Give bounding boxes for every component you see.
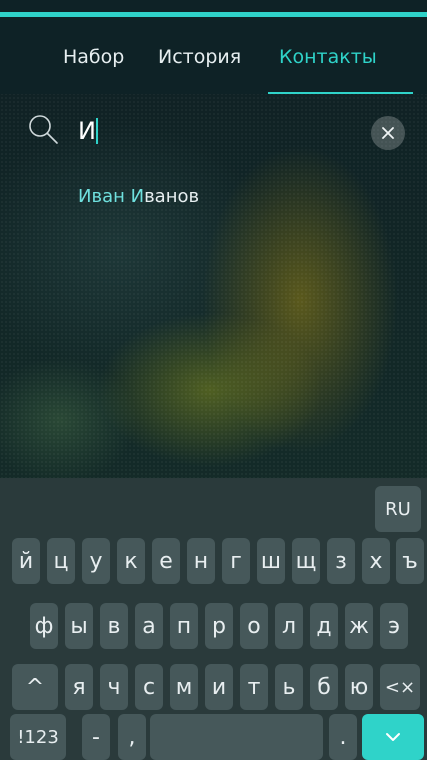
tab-bar: Набор История Контакты bbox=[0, 40, 427, 94]
keyboard: RU й ц у к е н г ш щ з х ъ ф ы в а п р о… bbox=[0, 478, 427, 760]
key[interactable]: в bbox=[100, 603, 128, 649]
close-icon bbox=[382, 127, 394, 139]
space-key[interactable] bbox=[150, 714, 323, 760]
key[interactable]: о bbox=[240, 603, 268, 649]
key[interactable]: к bbox=[117, 538, 145, 584]
text-caret bbox=[96, 118, 98, 144]
key[interactable]: й bbox=[12, 538, 40, 584]
key[interactable]: ц bbox=[47, 538, 75, 584]
key[interactable]: у bbox=[82, 538, 110, 584]
key[interactable]: ж bbox=[345, 603, 373, 649]
key[interactable]: ю bbox=[345, 664, 373, 710]
key[interactable]: е bbox=[152, 538, 180, 584]
key[interactable]: э bbox=[380, 603, 408, 649]
contact-last-name-match: И bbox=[130, 186, 145, 207]
accent-bar bbox=[0, 12, 427, 17]
backspace-key[interactable]: <× bbox=[380, 664, 420, 710]
chevron-down-icon bbox=[386, 733, 400, 741]
key[interactable]: т bbox=[240, 664, 268, 710]
contact-result-item[interactable]: Иван Иванов bbox=[78, 186, 199, 207]
active-tab-indicator bbox=[268, 92, 413, 94]
contact-first-name: Иван bbox=[78, 186, 125, 207]
contact-last-name-rest: ванов bbox=[144, 186, 200, 207]
search-icon bbox=[29, 115, 58, 144]
key[interactable]: д bbox=[310, 603, 338, 649]
clear-search-button[interactable] bbox=[371, 116, 405, 150]
symbols-key[interactable]: !123 bbox=[10, 714, 66, 760]
key[interactable]: я bbox=[65, 664, 93, 710]
key[interactable]: п bbox=[170, 603, 198, 649]
search-bar bbox=[0, 108, 427, 158]
key[interactable]: ы bbox=[65, 603, 93, 649]
key[interactable]: б bbox=[310, 664, 338, 710]
key[interactable]: н bbox=[187, 538, 215, 584]
key[interactable]: и bbox=[205, 664, 233, 710]
tab-history[interactable]: История bbox=[158, 40, 241, 94]
key[interactable]: щ bbox=[292, 538, 320, 584]
key[interactable]: ч bbox=[100, 664, 128, 710]
tab-dial[interactable]: Набор bbox=[63, 40, 124, 94]
key[interactable]: л bbox=[275, 603, 303, 649]
contacts-screen: Набор История Контакты Иван Иванов RU й … bbox=[0, 0, 427, 760]
shift-key[interactable]: ^ bbox=[12, 664, 58, 710]
comma-key[interactable]: , bbox=[118, 714, 146, 760]
language-key[interactable]: RU bbox=[375, 486, 421, 532]
key[interactable]: с bbox=[135, 664, 163, 710]
key[interactable]: ь bbox=[275, 664, 303, 710]
key[interactable]: х bbox=[362, 538, 390, 584]
key[interactable]: м bbox=[170, 664, 198, 710]
key[interactable]: з bbox=[327, 538, 355, 584]
period-key[interactable]: . bbox=[329, 714, 357, 760]
contact-last-name: Иванов bbox=[131, 186, 200, 207]
key[interactable]: г bbox=[222, 538, 250, 584]
enter-key[interactable] bbox=[362, 714, 424, 760]
key[interactable]: р bbox=[205, 603, 233, 649]
tab-contacts[interactable]: Контакты bbox=[279, 40, 377, 94]
dash-key[interactable]: - bbox=[82, 714, 110, 760]
key[interactable]: ф bbox=[30, 603, 58, 649]
key[interactable]: ш bbox=[257, 538, 285, 584]
key[interactable]: ъ bbox=[396, 538, 424, 584]
key[interactable]: а bbox=[135, 603, 163, 649]
search-input[interactable] bbox=[78, 113, 358, 149]
